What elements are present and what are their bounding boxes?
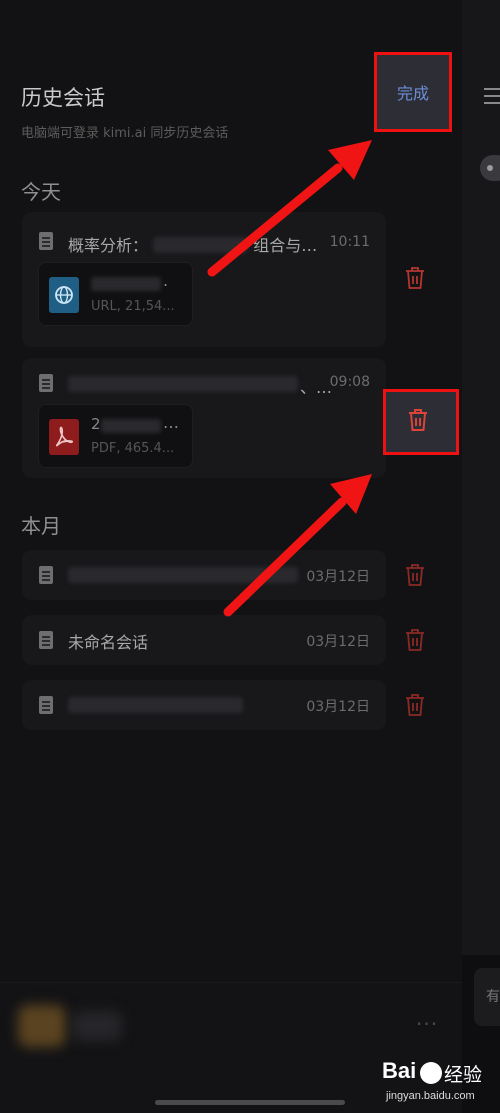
history-item[interactable]: 、… 09:08 2 … PDF, 465.4...	[22, 358, 386, 478]
history-item-title-prefix: 概率分析：	[68, 236, 149, 255]
chat-document-icon	[39, 696, 53, 714]
username-redacted	[72, 1011, 122, 1041]
watermark-brand: Bai	[382, 1058, 417, 1083]
delete-trash-icon[interactable]	[404, 628, 426, 652]
history-item-time: 03月12日	[306, 634, 370, 650]
hamburger-menu-icon[interactable]	[484, 88, 500, 106]
section-this-month: 本月	[21, 514, 61, 538]
redacted-text	[68, 376, 298, 392]
history-item-title: 概率分析： 组合与…	[68, 232, 317, 256]
pdf-file-icon	[49, 419, 79, 455]
baidu-jingyan-watermark: Bai 经验 jingyan.baidu.com	[382, 1058, 500, 1113]
section-today: 今天	[21, 180, 61, 204]
chat-document-icon	[39, 631, 53, 649]
chat-document-icon	[39, 374, 53, 392]
history-item-time: 09:08	[329, 374, 370, 390]
chat-document-icon	[39, 566, 53, 584]
attachment-card[interactable]: . URL, 21,54...	[38, 262, 193, 326]
watermark-url: jingyan.baidu.com	[386, 1090, 475, 1102]
avatar[interactable]	[18, 1005, 66, 1047]
main-view-peek[interactable]	[462, 0, 500, 955]
web-link-icon	[49, 277, 79, 313]
history-item-title-suffix: 、…	[300, 378, 333, 397]
attachment-name-prefix: 2	[91, 415, 101, 433]
history-item[interactable]: 概率分析： 组合与… 10:11 . URL, 21,54...	[22, 212, 386, 347]
watermark-brand-cn: 经验	[444, 1064, 483, 1086]
delete-trash-icon[interactable]	[404, 563, 426, 587]
main-view-input-peek[interactable]: 有	[474, 968, 500, 1026]
delete-trash-icon[interactable]	[404, 266, 426, 290]
attachment-name-suffix: …	[163, 413, 179, 432]
history-item-time: 10:11	[329, 234, 370, 250]
redacted-text	[68, 697, 243, 713]
history-item-title-suffix: 组合与…	[253, 236, 318, 255]
history-item[interactable]: 未命名会话 03月12日	[22, 615, 386, 665]
attachment-card[interactable]: 2 … PDF, 465.4...	[38, 404, 193, 468]
redacted-text	[153, 237, 249, 253]
attachment-meta: PDF, 465.4...	[91, 441, 175, 456]
history-item[interactable]: 03月12日	[22, 550, 386, 600]
chat-document-icon	[39, 232, 53, 250]
more-options-icon[interactable]: ···	[416, 1012, 438, 1036]
redacted-text	[68, 567, 298, 583]
done-button[interactable]: 完成	[374, 52, 452, 132]
attachment-name-suffix: .	[163, 271, 169, 290]
history-item[interactable]: 03月12日	[22, 680, 386, 730]
drawer-subtitle: 电脑端可登录 kimi.ai 同步历史会话	[21, 126, 229, 141]
attachment-name-redacted	[101, 419, 161, 433]
attachment-meta: URL, 21,54...	[91, 299, 175, 314]
history-item-time: 03月12日	[306, 569, 370, 585]
home-indicator	[155, 1100, 345, 1105]
history-item-time: 03月12日	[306, 699, 370, 715]
delete-trash-icon[interactable]	[404, 693, 426, 717]
drawer-title: 历史会话	[21, 86, 105, 110]
attachment-name-redacted	[91, 277, 161, 291]
delete-button-highlighted[interactable]	[383, 389, 459, 455]
history-item-title: 未命名会话	[68, 633, 149, 652]
chat-toggle-pill[interactable]	[480, 155, 500, 181]
delete-trash-icon[interactable]	[407, 408, 429, 432]
history-drawer: 历史会话 电脑端可登录 kimi.ai 同步历史会话 今天 概率分析： 组合与……	[0, 0, 462, 1113]
baidu-paw-icon	[420, 1062, 442, 1084]
